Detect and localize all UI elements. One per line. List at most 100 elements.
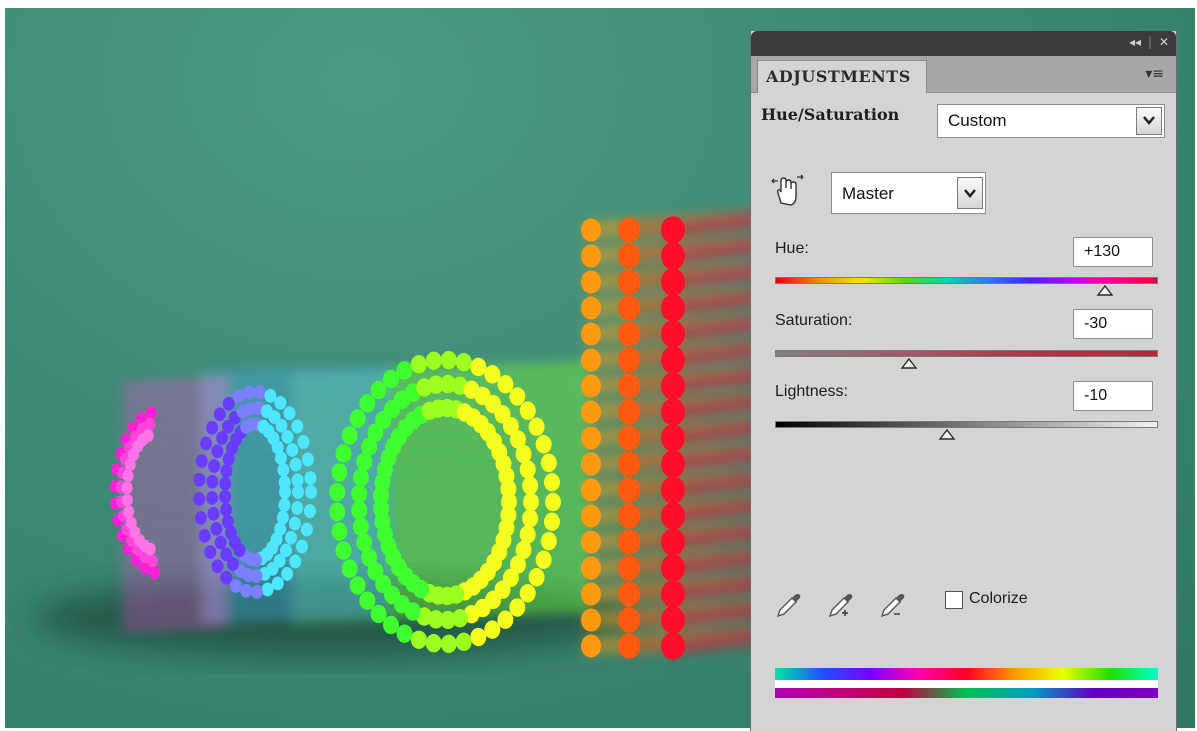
artwork-dot: [305, 485, 317, 499]
artwork-dot: [289, 554, 302, 569]
artwork-dot: [581, 530, 601, 554]
hue-slider-track[interactable]: [775, 277, 1158, 284]
chevron-down-icon[interactable]: [957, 177, 983, 209]
hue-value-field[interactable]: +130: [1073, 237, 1153, 267]
collapse-icon[interactable]: ◂◂: [1129, 35, 1141, 49]
artwork-dot: [243, 385, 256, 400]
artwork-dot: [484, 365, 501, 384]
artwork-dot: [351, 501, 368, 520]
artwork-dot: [359, 591, 376, 610]
eyedropper-icon[interactable]: [773, 589, 803, 619]
artwork-dot: [341, 426, 358, 445]
lightness-value-field[interactable]: -10: [1073, 381, 1153, 411]
artwork-dot: [543, 473, 560, 492]
artwork-streak: [121, 618, 229, 630]
eyedropper-subtract-icon[interactable]: [877, 589, 907, 619]
artwork-streak: [121, 520, 229, 532]
artwork-dot: [335, 444, 352, 463]
artwork-dot: [352, 468, 369, 487]
artwork-dot: [208, 459, 221, 473]
artwork-dot: [661, 502, 685, 530]
artwork-dot: [356, 533, 373, 552]
eyedropper-add-icon[interactable]: [825, 589, 855, 619]
artwork-dot: [285, 530, 298, 545]
artwork-dot: [261, 582, 274, 597]
lightness-slider-track[interactable]: [775, 421, 1158, 428]
artwork-dot: [661, 320, 685, 348]
colorize-checkbox[interactable]: [945, 591, 963, 609]
artwork-dot: [329, 502, 346, 522]
artwork-dot: [618, 295, 640, 321]
artwork-dot: [581, 634, 601, 658]
artwork-dot: [352, 517, 369, 536]
artwork-dot: [291, 501, 304, 515]
artwork-dot: [121, 481, 133, 495]
artwork-dot: [295, 539, 308, 554]
artwork-dot: [219, 489, 232, 504]
artwork-dot: [331, 463, 348, 482]
artwork-dot: [122, 469, 134, 483]
artwork-dot: [661, 528, 685, 556]
artwork-dot: [211, 559, 224, 574]
artwork-dot: [618, 269, 640, 295]
chevron-down-icon[interactable]: [1136, 107, 1162, 135]
artwork-dot: [349, 576, 366, 595]
artwork-dot: [410, 355, 427, 374]
tab-adjustments[interactable]: ADJUSTMENTS: [757, 60, 927, 93]
artwork-dot: [618, 451, 640, 477]
artwork-dot: [500, 479, 517, 499]
artwork-dot: [470, 627, 487, 647]
saturation-slider-track[interactable]: [775, 350, 1158, 357]
artwork-dot: [288, 516, 301, 531]
artwork-dot: [370, 604, 387, 624]
artwork-dot: [661, 346, 685, 374]
artwork-dot: [195, 454, 208, 468]
artwork-dot: [206, 420, 219, 435]
artwork-dot: [291, 473, 304, 488]
color-bar-gap[interactable]: [775, 680, 1158, 688]
artwork-dot: [545, 492, 561, 512]
artwork-dot: [214, 535, 227, 550]
artwork-dot: [349, 409, 366, 428]
artwork-dot: [455, 352, 472, 372]
artwork-dot: [123, 505, 135, 519]
artwork-dot: [125, 516, 137, 530]
artwork-dot: [211, 444, 224, 459]
artwork-dot: [581, 322, 601, 346]
artwork-dot: [396, 624, 413, 643]
artwork-dot: [661, 580, 685, 608]
slider-triangle-icon: [1096, 285, 1114, 296]
artwork-dot: [207, 506, 220, 521]
artwork-dot: [210, 521, 223, 536]
channel-dropdown[interactable]: Master: [831, 172, 986, 214]
artwork-dot: [281, 429, 294, 444]
artwork-dot: [618, 399, 640, 425]
panel-menu-icon[interactable]: ▾≡: [1145, 66, 1164, 82]
artwork-dot: [149, 566, 161, 580]
artwork-dot: [470, 357, 487, 377]
artwork-dot: [661, 216, 685, 244]
artwork-dot: [281, 567, 294, 581]
artwork-dot: [519, 460, 536, 479]
artwork-dot: [341, 559, 358, 578]
artwork-dot: [509, 387, 526, 406]
artwork-dot: [581, 556, 601, 580]
target-adjust-hand-icon[interactable]: [769, 173, 805, 209]
artwork-dot: [661, 424, 685, 452]
artwork-dot: [329, 482, 346, 502]
artwork-streak: [121, 394, 229, 406]
artwork-dot: [145, 406, 157, 419]
artwork-dot: [229, 579, 242, 593]
close-icon[interactable]: ✕: [1159, 35, 1169, 49]
artwork-dot: [193, 492, 206, 506]
adjustment-title: Hue/Saturation: [761, 105, 900, 124]
preset-value: Custom: [948, 111, 1007, 130]
artwork-dot: [204, 545, 217, 560]
saturation-value-field[interactable]: -30: [1073, 309, 1153, 339]
preset-dropdown[interactable]: Custom: [937, 104, 1165, 138]
slider-triangle-icon: [900, 358, 918, 369]
artwork-dot: [410, 630, 427, 649]
artwork-dot: [289, 457, 302, 472]
panel-titlebar[interactable]: ◂◂ | ✕: [751, 31, 1176, 56]
artwork-dot: [661, 268, 685, 296]
